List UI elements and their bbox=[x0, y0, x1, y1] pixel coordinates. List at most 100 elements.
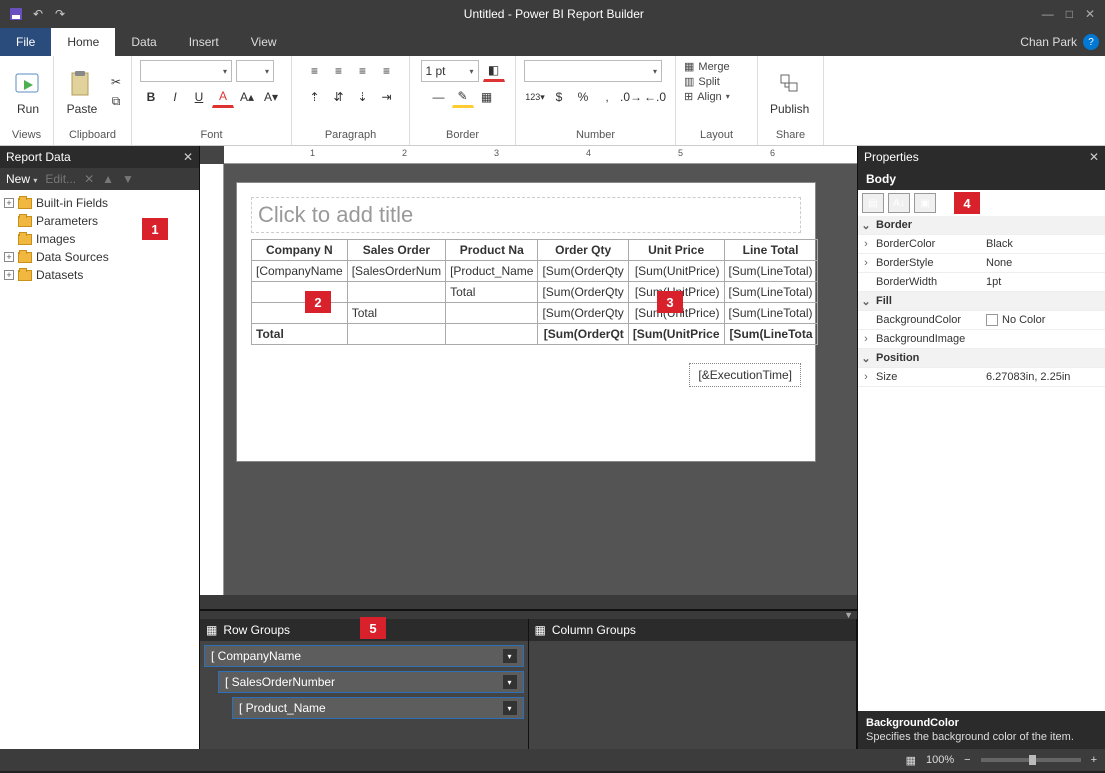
cell[interactable]: [Sum(OrderQty bbox=[538, 303, 628, 324]
undo-icon[interactable]: ↶ bbox=[30, 6, 46, 22]
highlight-button[interactable]: ✎ bbox=[452, 86, 474, 108]
border-style-button[interactable]: — bbox=[428, 86, 450, 108]
cell[interactable]: [Sum(LineTotal) bbox=[724, 303, 817, 324]
prop-size[interactable]: ›Size6.27083in, 2.25in bbox=[858, 368, 1105, 387]
tree-item-datasets[interactable]: +Datasets bbox=[2, 266, 197, 284]
redo-icon[interactable]: ↷ bbox=[52, 6, 68, 22]
currency-button[interactable]: $ bbox=[548, 86, 570, 108]
header-company[interactable]: Company N bbox=[252, 240, 348, 261]
new-button[interactable]: New ▾ bbox=[6, 172, 37, 186]
comma-button[interactable]: , bbox=[596, 86, 618, 108]
tablix[interactable]: Company N Sales Order Product Na Order Q… bbox=[251, 239, 818, 345]
rowgroup-salesorder[interactable]: [ SalesOrderNumber▾ bbox=[218, 671, 524, 693]
run-button[interactable]: Run bbox=[8, 66, 48, 118]
publish-button[interactable]: Publish bbox=[766, 66, 813, 118]
borders-button[interactable]: ▦ bbox=[476, 86, 498, 108]
tab-home[interactable]: Home bbox=[51, 28, 115, 56]
align-center-icon[interactable]: ≡ bbox=[328, 60, 350, 82]
cell[interactable]: [Sum(OrderQty bbox=[538, 282, 628, 303]
cell[interactable]: [Product_Name bbox=[446, 261, 538, 282]
italic-button[interactable]: I bbox=[164, 86, 186, 108]
chevron-down-icon[interactable]: ▾ bbox=[503, 701, 517, 715]
help-icon[interactable]: ? bbox=[1083, 34, 1099, 50]
report-page[interactable]: Click to add title Company N Sales Order… bbox=[236, 182, 816, 462]
cell[interactable]: [CompanyName bbox=[252, 261, 348, 282]
border-width-combo[interactable]: 1 pt▾ bbox=[421, 60, 479, 82]
align-left-icon[interactable]: ≡ bbox=[304, 60, 326, 82]
cut-icon[interactable]: ✂ bbox=[106, 73, 126, 91]
tree-item-builtin[interactable]: +Built-in Fields bbox=[2, 194, 197, 212]
copy-icon[interactable]: ⧉ bbox=[106, 93, 126, 111]
execution-time[interactable]: [&ExecutionTime] bbox=[689, 363, 801, 387]
save-icon[interactable] bbox=[8, 6, 24, 22]
header-salesorder[interactable]: Sales Order bbox=[347, 240, 445, 261]
grow-font-button[interactable]: A▴ bbox=[236, 86, 258, 108]
header-product[interactable]: Product Na bbox=[446, 240, 538, 261]
valign-top-icon[interactable]: ⇡ bbox=[304, 86, 326, 108]
percent-button[interactable]: % bbox=[572, 86, 594, 108]
cell[interactable]: Total bbox=[347, 303, 445, 324]
zoom-level[interactable]: 100% bbox=[926, 754, 954, 766]
cell[interactable]: [Sum(OrderQt bbox=[538, 324, 628, 345]
horizontal-scrollbar[interactable] bbox=[200, 595, 857, 609]
categorized-icon[interactable]: ▤ bbox=[862, 193, 884, 213]
cell[interactable] bbox=[252, 303, 348, 324]
merge-button[interactable]: ▦Merge bbox=[684, 60, 749, 73]
paste-button[interactable]: Paste bbox=[62, 66, 102, 118]
border-color-button[interactable]: ◧ bbox=[483, 60, 505, 82]
prop-bgimage[interactable]: ›BackgroundImage bbox=[858, 330, 1105, 349]
font-color-button[interactable]: A bbox=[212, 86, 234, 108]
rowgroup-company[interactable]: [ CompanyName▾ bbox=[204, 645, 524, 667]
tab-file[interactable]: File bbox=[0, 28, 51, 56]
design-canvas[interactable]: Click to add title Company N Sales Order… bbox=[224, 164, 857, 595]
rowgroup-product[interactable]: [ Product_Name▾ bbox=[232, 697, 524, 719]
cell[interactable]: [SalesOrderNum bbox=[347, 261, 445, 282]
increase-decimal-button[interactable]: .0→ bbox=[620, 86, 642, 108]
valign-middle-icon[interactable]: ⇵ bbox=[328, 86, 350, 108]
prop-cat-border[interactable]: ⌄Border bbox=[858, 216, 1105, 235]
shrink-font-button[interactable]: A▾ bbox=[260, 86, 282, 108]
cell[interactable]: [Sum(UnitPrice) bbox=[628, 261, 724, 282]
chevron-down-icon[interactable]: ▾ bbox=[503, 649, 517, 663]
tab-view[interactable]: View bbox=[235, 28, 293, 56]
cell[interactable]: [Sum(LineTotal) bbox=[724, 261, 817, 282]
zoom-out-button[interactable]: − bbox=[964, 754, 970, 766]
header-orderqty[interactable]: Order Qty bbox=[538, 240, 628, 261]
prop-borderstyle[interactable]: ›BorderStyleNone bbox=[858, 254, 1105, 273]
cell[interactable]: [Sum(UnitPrice bbox=[628, 324, 724, 345]
maximize-icon[interactable]: □ bbox=[1066, 7, 1073, 21]
align-button[interactable]: ⊞Align▾ bbox=[684, 90, 749, 103]
prop-bgcolor[interactable]: BackgroundColorNo Color bbox=[858, 311, 1105, 330]
number-123-button[interactable]: 123▾ bbox=[524, 86, 546, 108]
panel-close-icon[interactable]: ✕ bbox=[1089, 150, 1099, 164]
number-format-combo[interactable]: ▾ bbox=[524, 60, 662, 82]
font-family-combo[interactable]: ▾ bbox=[140, 60, 232, 82]
align-justify-icon[interactable]: ≡ bbox=[376, 60, 398, 82]
panel-close-icon[interactable]: ✕ bbox=[183, 150, 193, 164]
prop-borderwidth[interactable]: BorderWidth1pt bbox=[858, 273, 1105, 292]
zoom-in-button[interactable]: + bbox=[1091, 754, 1097, 766]
prop-cat-fill[interactable]: ⌄Fill bbox=[858, 292, 1105, 311]
view-icon[interactable]: ▦ bbox=[906, 754, 916, 767]
prop-cat-position[interactable]: ⌄Position bbox=[858, 349, 1105, 368]
align-right-icon[interactable]: ≡ bbox=[352, 60, 374, 82]
cell[interactable] bbox=[446, 324, 538, 345]
cell[interactable] bbox=[347, 282, 445, 303]
tab-data[interactable]: Data bbox=[115, 28, 172, 56]
font-size-combo[interactable]: ▾ bbox=[236, 60, 274, 82]
cell[interactable] bbox=[347, 324, 445, 345]
property-pages-icon[interactable]: ▣ bbox=[914, 193, 936, 213]
tab-insert[interactable]: Insert bbox=[173, 28, 235, 56]
cell[interactable]: [Sum(OrderQty bbox=[538, 261, 628, 282]
indent-icon[interactable]: ⇥ bbox=[376, 86, 398, 108]
close-icon[interactable]: ✕ bbox=[1085, 7, 1095, 21]
cell[interactable]: Total bbox=[446, 282, 538, 303]
chevron-down-icon[interactable]: ▾ bbox=[503, 675, 517, 689]
title-placeholder[interactable]: Click to add title bbox=[251, 197, 801, 233]
underline-button[interactable]: U bbox=[188, 86, 210, 108]
header-linetotal[interactable]: Line Total bbox=[724, 240, 817, 261]
split-button[interactable]: ▥Split bbox=[684, 75, 749, 88]
move-down-icon[interactable]: ▼ bbox=[122, 172, 134, 186]
bold-button[interactable]: B bbox=[140, 86, 162, 108]
cell[interactable]: [Sum(LineTota bbox=[724, 324, 817, 345]
